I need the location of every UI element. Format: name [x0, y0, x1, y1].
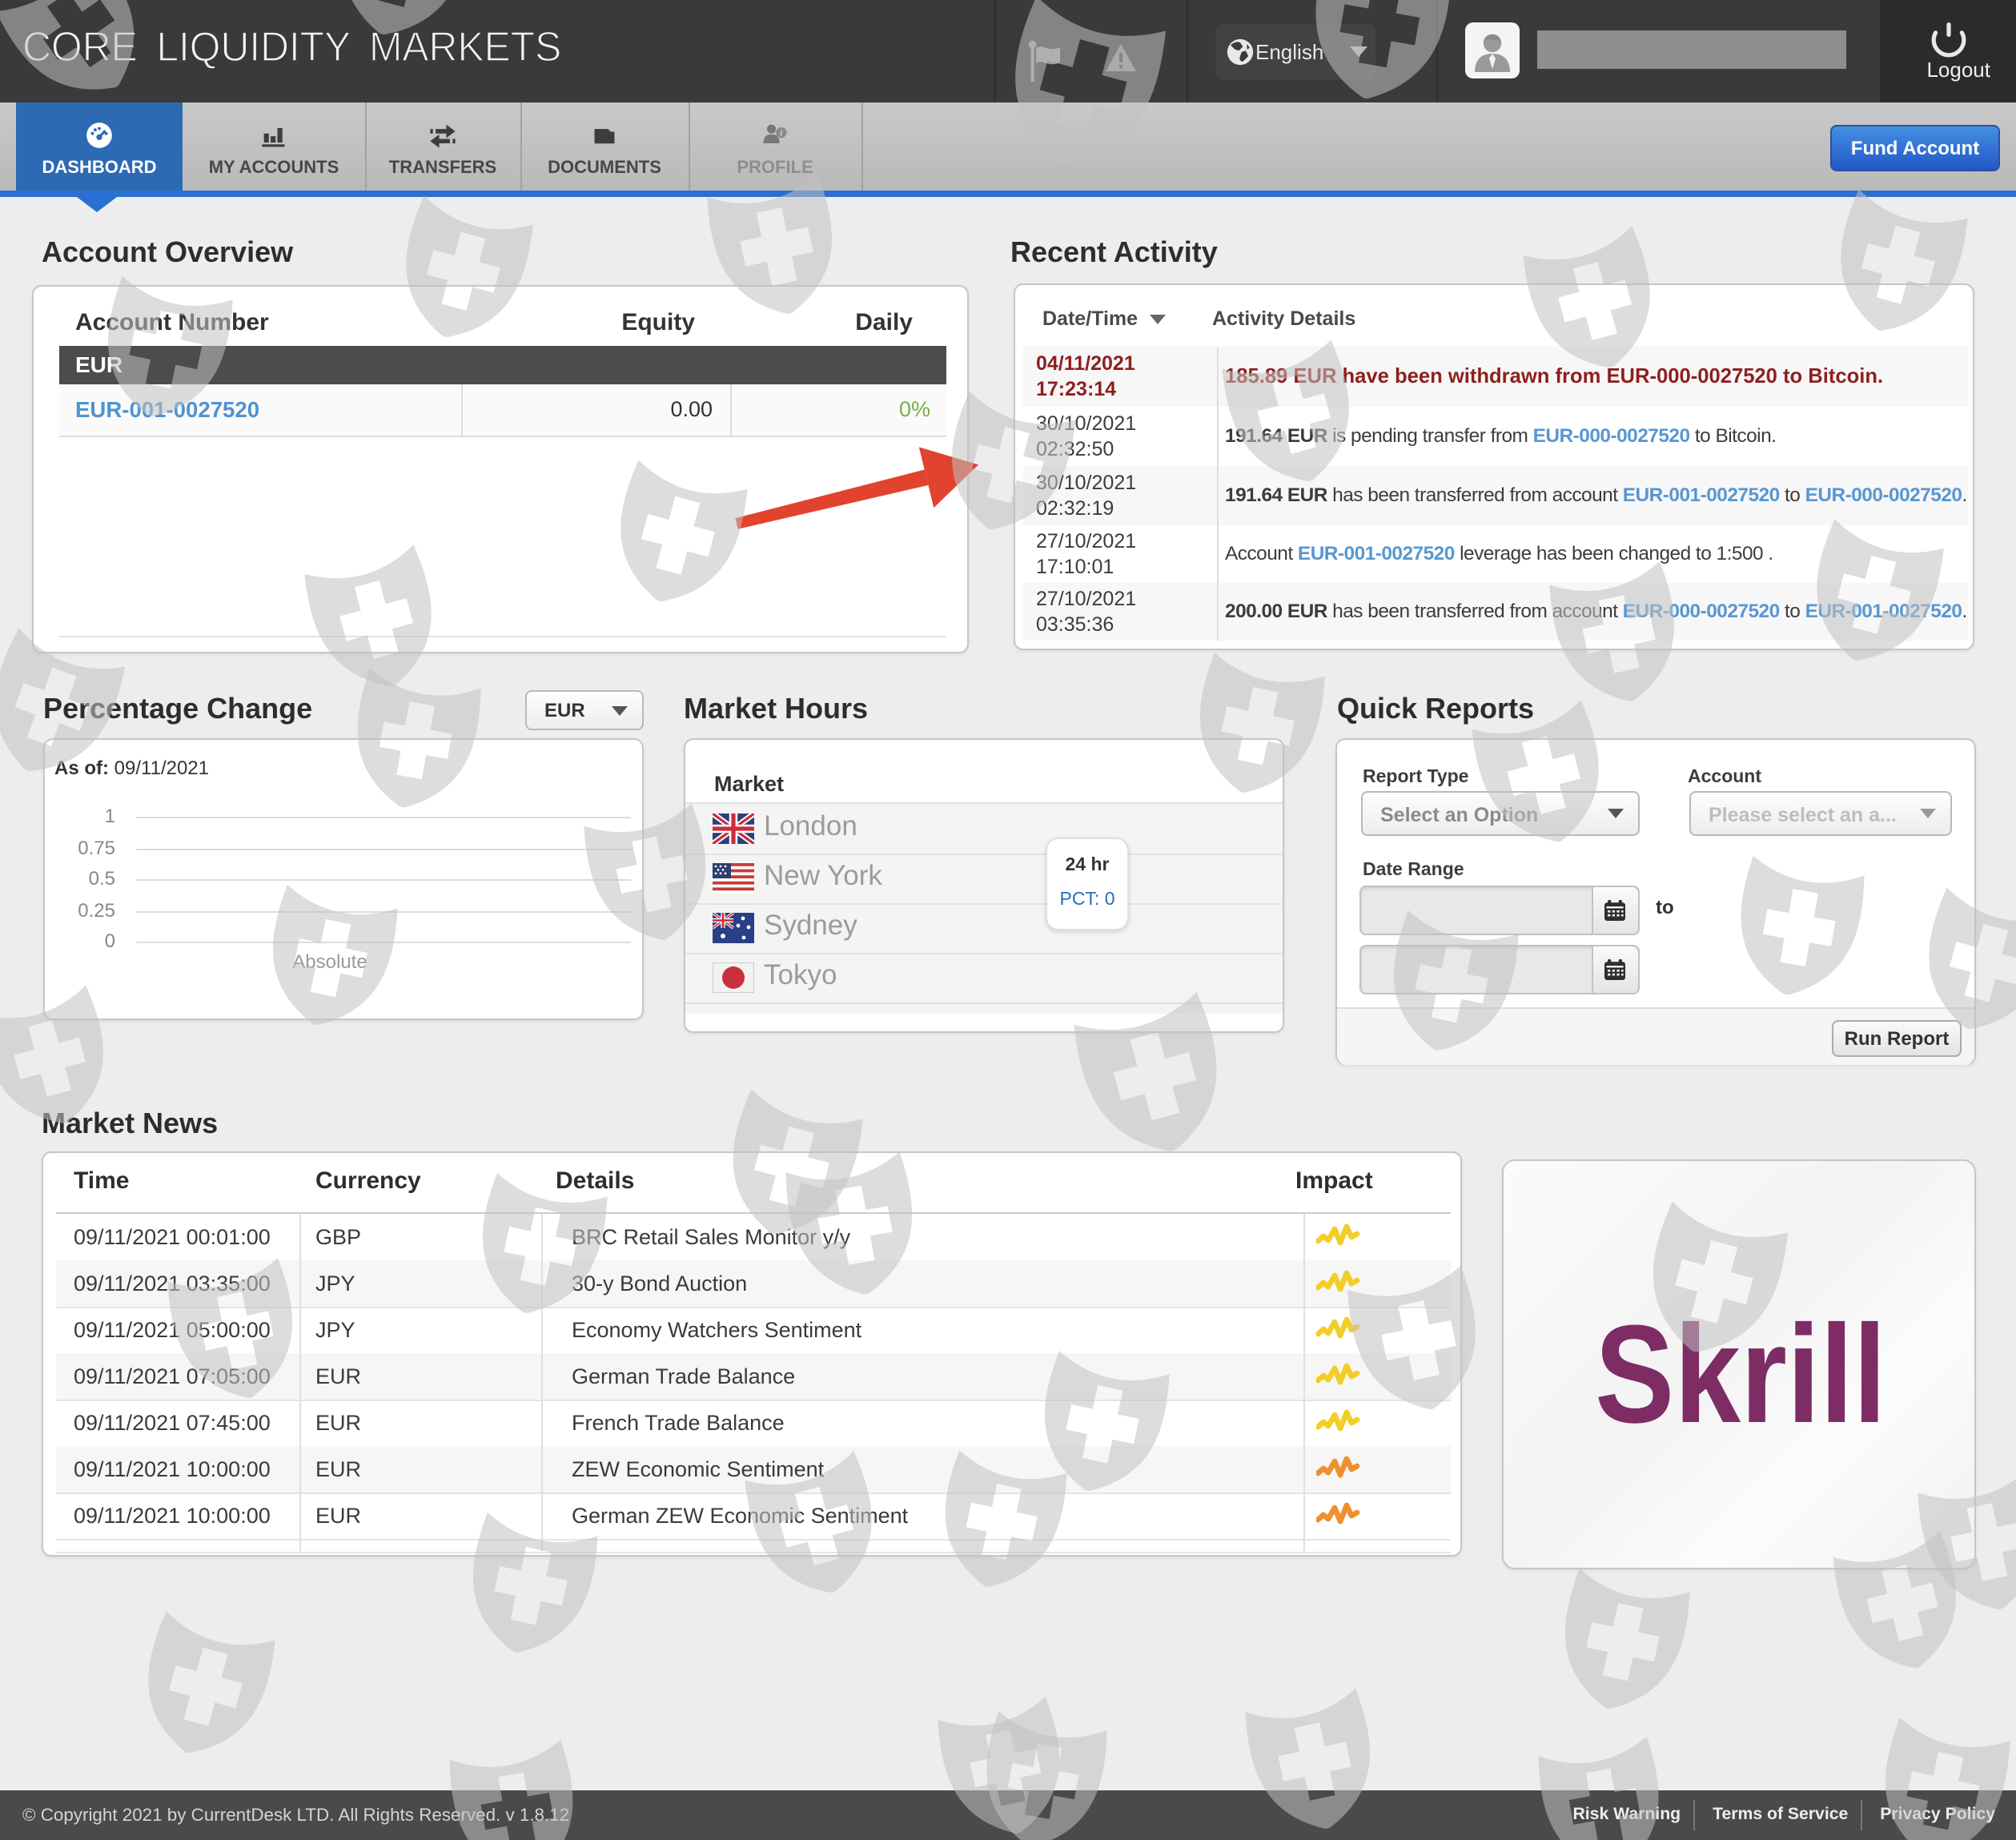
svg-text:i: i — [780, 130, 782, 139]
svg-text:Skrill: Skrill — [1595, 1296, 1886, 1452]
